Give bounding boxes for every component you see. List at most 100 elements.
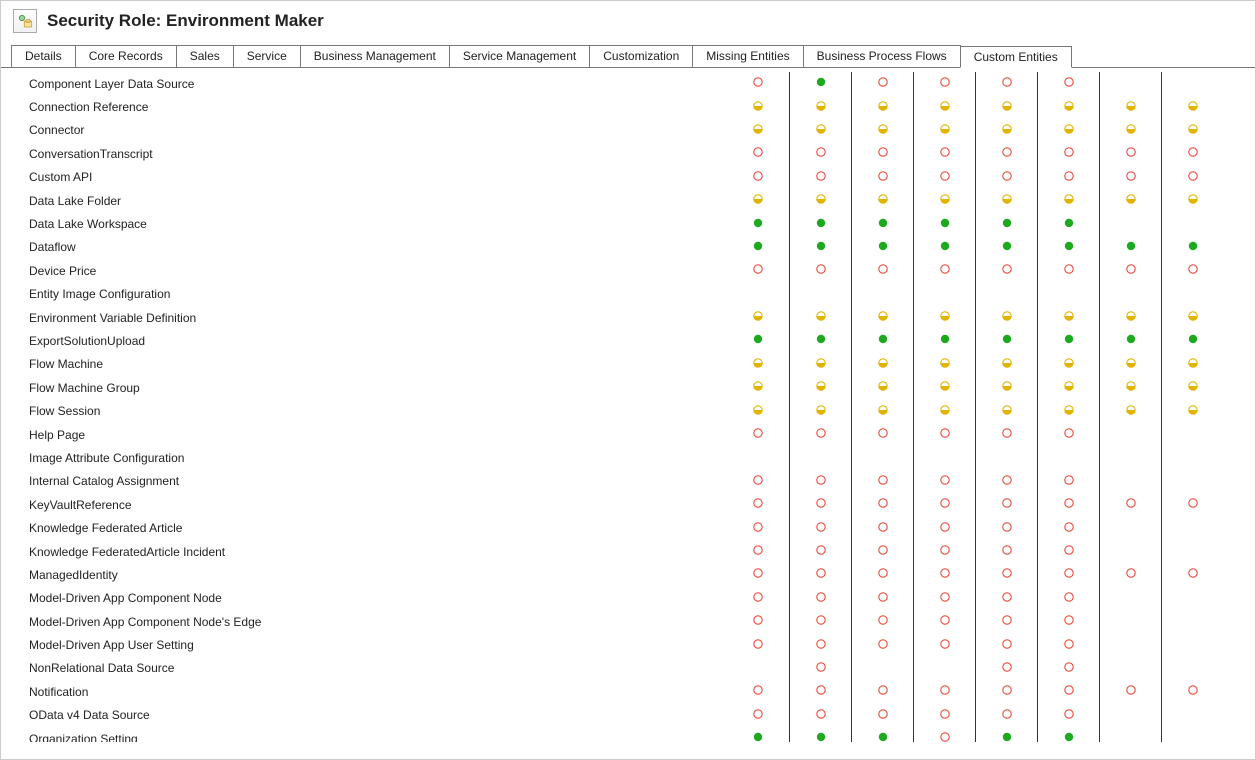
perm-cell[interactable] <box>1099 563 1161 586</box>
perm-cell[interactable] <box>1099 399 1161 422</box>
perm-cell[interactable] <box>913 306 975 329</box>
tab-business-management[interactable]: Business Management <box>300 45 450 67</box>
perm-cell[interactable] <box>1161 95 1223 118</box>
tab-customization[interactable]: Customization <box>589 45 693 67</box>
perm-cell[interactable] <box>1161 306 1223 329</box>
perm-cell[interactable] <box>727 72 789 95</box>
perm-cell[interactable] <box>1037 376 1099 399</box>
perm-cell[interactable] <box>1037 166 1099 189</box>
perm-cell[interactable] <box>851 189 913 212</box>
perm-cell[interactable] <box>1161 353 1223 376</box>
perm-cell[interactable] <box>851 259 913 282</box>
perm-cell[interactable] <box>851 704 913 727</box>
perm-cell[interactable] <box>975 306 1037 329</box>
perm-cell[interactable] <box>851 633 913 656</box>
perm-cell[interactable] <box>913 259 975 282</box>
perm-cell[interactable] <box>1099 493 1161 516</box>
perm-cell[interactable] <box>1099 423 1161 446</box>
perm-cell[interactable] <box>913 587 975 610</box>
perm-cell[interactable] <box>1099 704 1161 727</box>
perm-cell[interactable] <box>851 399 913 422</box>
perm-cell[interactable] <box>1099 727 1161 742</box>
perm-cell[interactable] <box>975 423 1037 446</box>
perm-cell[interactable] <box>1161 259 1223 282</box>
perm-cell[interactable] <box>727 283 789 306</box>
perm-cell[interactable] <box>975 95 1037 118</box>
perm-cell[interactable] <box>913 72 975 95</box>
perm-cell[interactable] <box>1037 563 1099 586</box>
perm-cell[interactable] <box>975 283 1037 306</box>
perm-cell[interactable] <box>851 72 913 95</box>
perm-cell[interactable] <box>975 493 1037 516</box>
perm-cell[interactable] <box>1099 633 1161 656</box>
tab-missing-entities[interactable]: Missing Entities <box>692 45 803 67</box>
perm-cell[interactable] <box>727 446 789 469</box>
perm-cell[interactable] <box>789 680 851 703</box>
perm-cell[interactable] <box>1099 540 1161 563</box>
perm-cell[interactable] <box>913 727 975 742</box>
perm-cell[interactable] <box>1037 423 1099 446</box>
perm-cell[interactable] <box>727 470 789 493</box>
perm-cell[interactable] <box>913 470 975 493</box>
perm-cell[interactable] <box>789 633 851 656</box>
perm-cell[interactable] <box>1161 283 1223 306</box>
perm-cell[interactable] <box>789 353 851 376</box>
perm-cell[interactable] <box>727 587 789 610</box>
perm-cell[interactable] <box>789 142 851 165</box>
perm-cell[interactable] <box>1161 119 1223 142</box>
perm-cell[interactable] <box>975 166 1037 189</box>
perm-cell[interactable] <box>1099 259 1161 282</box>
perm-cell[interactable] <box>727 166 789 189</box>
perm-cell[interactable] <box>1037 212 1099 235</box>
perm-cell[interactable] <box>727 212 789 235</box>
perm-cell[interactable] <box>1099 470 1161 493</box>
perm-cell[interactable] <box>1037 95 1099 118</box>
perm-cell[interactable] <box>851 212 913 235</box>
perm-cell[interactable] <box>1099 376 1161 399</box>
perm-cell[interactable] <box>727 704 789 727</box>
perm-cell[interactable] <box>789 399 851 422</box>
perm-cell[interactable] <box>1161 212 1223 235</box>
perm-cell[interactable] <box>1037 540 1099 563</box>
perm-cell[interactable] <box>1161 727 1223 742</box>
perm-cell[interactable] <box>789 423 851 446</box>
perm-cell[interactable] <box>913 399 975 422</box>
perm-cell[interactable] <box>851 470 913 493</box>
perm-cell[interactable] <box>851 166 913 189</box>
perm-cell[interactable] <box>1099 516 1161 539</box>
perm-cell[interactable] <box>913 95 975 118</box>
perm-cell[interactable] <box>851 563 913 586</box>
perm-cell[interactable] <box>975 727 1037 742</box>
tab-core-records[interactable]: Core Records <box>75 45 177 67</box>
perm-cell[interactable] <box>1037 119 1099 142</box>
perm-cell[interactable] <box>1099 680 1161 703</box>
perm-cell[interactable] <box>727 680 789 703</box>
perm-cell[interactable] <box>1037 493 1099 516</box>
perm-cell[interactable] <box>727 540 789 563</box>
perm-cell[interactable] <box>789 516 851 539</box>
perm-cell[interactable] <box>1161 587 1223 610</box>
perm-cell[interactable] <box>727 516 789 539</box>
perm-cell[interactable] <box>1099 329 1161 352</box>
perm-cell[interactable] <box>913 329 975 352</box>
perm-cell[interactable] <box>1037 72 1099 95</box>
perm-cell[interactable] <box>727 563 789 586</box>
perm-cell[interactable] <box>975 329 1037 352</box>
perm-cell[interactable] <box>1037 633 1099 656</box>
perm-cell[interactable] <box>975 470 1037 493</box>
perm-cell[interactable] <box>727 329 789 352</box>
perm-cell[interactable] <box>789 704 851 727</box>
perm-cell[interactable] <box>1161 376 1223 399</box>
perm-cell[interactable] <box>1099 119 1161 142</box>
perm-cell[interactable] <box>727 376 789 399</box>
perm-cell[interactable] <box>975 259 1037 282</box>
perm-cell[interactable] <box>727 633 789 656</box>
perm-cell[interactable] <box>789 283 851 306</box>
perm-cell[interactable] <box>1037 329 1099 352</box>
perm-cell[interactable] <box>913 353 975 376</box>
tab-custom-entities[interactable]: Custom Entities <box>960 46 1072 68</box>
perm-cell[interactable] <box>1037 727 1099 742</box>
perm-cell[interactable] <box>789 72 851 95</box>
perm-cell[interactable] <box>1099 610 1161 633</box>
perm-cell[interactable] <box>789 119 851 142</box>
